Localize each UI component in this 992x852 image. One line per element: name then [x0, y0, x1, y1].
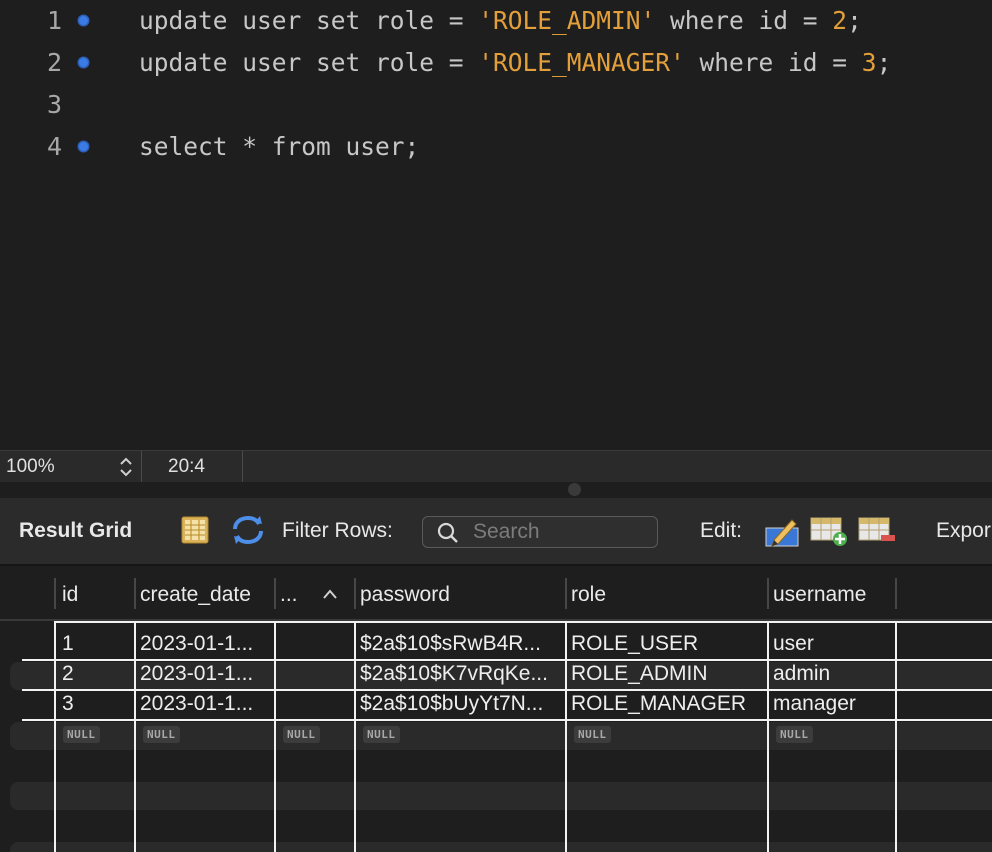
statement-marker-icon: [77, 56, 90, 69]
code-text[interactable]: update user set role = 'ROLE_ADMIN' wher…: [139, 0, 862, 42]
cell-id[interactable]: 2: [56, 659, 134, 689]
sort-ascending-icon[interactable]: [322, 587, 338, 605]
filter-rows-label: Filter Rows:: [282, 519, 393, 542]
code-text[interactable]: update user set role = 'ROLE_MANAGER' wh…: [139, 42, 891, 84]
sql-editor[interactable]: 1 update user set role = 'ROLE_ADMIN' wh…: [0, 0, 992, 450]
column-header-password[interactable]: password: [356, 566, 564, 621]
null-badge[interactable]: NULL: [143, 726, 180, 743]
cell-password[interactable]: $2a$10$sRwB4R...: [356, 629, 564, 659]
column-header-id[interactable]: id: [56, 566, 134, 621]
edit-label: Edit:: [700, 519, 743, 542]
cell-collapsed[interactable]: [276, 689, 354, 719]
grid-line: [895, 621, 897, 852]
column-layout-icon[interactable]: [181, 516, 209, 549]
line-number: 4: [46, 132, 62, 161]
cell-password[interactable]: $2a$10$bUyYt7N...: [356, 689, 564, 719]
delete-row-icon[interactable]: [858, 517, 896, 552]
code-line-2[interactable]: 2 update user set role = 'ROLE_MANAGER' …: [0, 42, 992, 84]
add-row-icon[interactable]: [810, 517, 848, 552]
cell-username[interactable]: user: [769, 629, 895, 659]
cell-create-date[interactable]: 2023-01-1...: [136, 689, 274, 719]
cell-role[interactable]: ROLE_ADMIN: [567, 659, 767, 689]
cell-collapsed[interactable]: [276, 629, 354, 659]
panel-splitter[interactable]: [0, 482, 992, 498]
cell-username[interactable]: admin: [769, 659, 895, 689]
column-header-collapsed[interactable]: ...: [276, 566, 316, 621]
null-badge[interactable]: NULL: [776, 726, 813, 743]
statement-marker-icon: [77, 140, 90, 153]
column-divider[interactable]: [895, 578, 897, 609]
result-toolbar: Result Grid Filter Rows: Edit:: [0, 498, 992, 566]
result-grid-title[interactable]: Result Grid: [19, 519, 132, 543]
result-grid[interactable]: id create_date ... password role usernam…: [0, 566, 992, 852]
grid-line: [22, 719, 992, 721]
column-header-role[interactable]: role: [567, 566, 767, 621]
filter-search-field[interactable]: [422, 516, 658, 548]
divider: [242, 451, 243, 483]
line-number: 3: [46, 90, 62, 119]
statement-marker-icon: [77, 14, 90, 27]
refresh-icon[interactable]: [231, 514, 265, 551]
null-badge[interactable]: NULL: [574, 726, 611, 743]
code-line-4[interactable]: 4 select * from user;: [0, 126, 992, 168]
cell-username[interactable]: manager: [769, 689, 895, 719]
line-number: 2: [46, 48, 62, 77]
edit-cell-icon[interactable]: [764, 514, 800, 553]
cell-id[interactable]: 1: [56, 629, 134, 659]
column-header-create-date[interactable]: create_date: [136, 566, 274, 621]
cell-role[interactable]: ROLE_USER: [567, 629, 767, 659]
grid-header: id create_date ... password role usernam…: [0, 566, 992, 621]
column-header-username[interactable]: username: [769, 566, 895, 621]
export-label[interactable]: Expor: [936, 519, 991, 543]
splitter-handle-icon[interactable]: [568, 483, 581, 496]
null-badge[interactable]: NULL: [363, 726, 400, 743]
line-number: 1: [46, 6, 62, 35]
cell-collapsed[interactable]: [276, 659, 354, 689]
code-line-3[interactable]: 3: [0, 84, 992, 126]
divider: [141, 451, 142, 483]
cell-password[interactable]: $2a$10$K7vRqKe...: [356, 659, 564, 689]
null-badge[interactable]: NULL: [63, 726, 100, 743]
search-input[interactable]: [473, 519, 653, 545]
cell-create-date[interactable]: 2023-01-1...: [136, 629, 274, 659]
zoom-stepper-icon[interactable]: [116, 454, 136, 480]
grid-line: [55, 621, 992, 623]
null-badge[interactable]: NULL: [283, 726, 320, 743]
row-stripe: [10, 842, 992, 852]
search-icon: [437, 522, 458, 543]
zoom-level: 100%: [6, 456, 55, 477]
cell-create-date[interactable]: 2023-01-1...: [136, 659, 274, 689]
code-text[interactable]: select * from user;: [139, 126, 419, 168]
code-line-1[interactable]: 1 update user set role = 'ROLE_ADMIN' wh…: [0, 0, 992, 42]
editor-status-bar: 100% 20:4: [0, 450, 992, 483]
row-stripe: [10, 782, 992, 810]
cursor-position: 20:4: [168, 456, 205, 477]
cell-role[interactable]: ROLE_MANAGER: [567, 689, 767, 719]
cell-id[interactable]: 3: [56, 689, 134, 719]
